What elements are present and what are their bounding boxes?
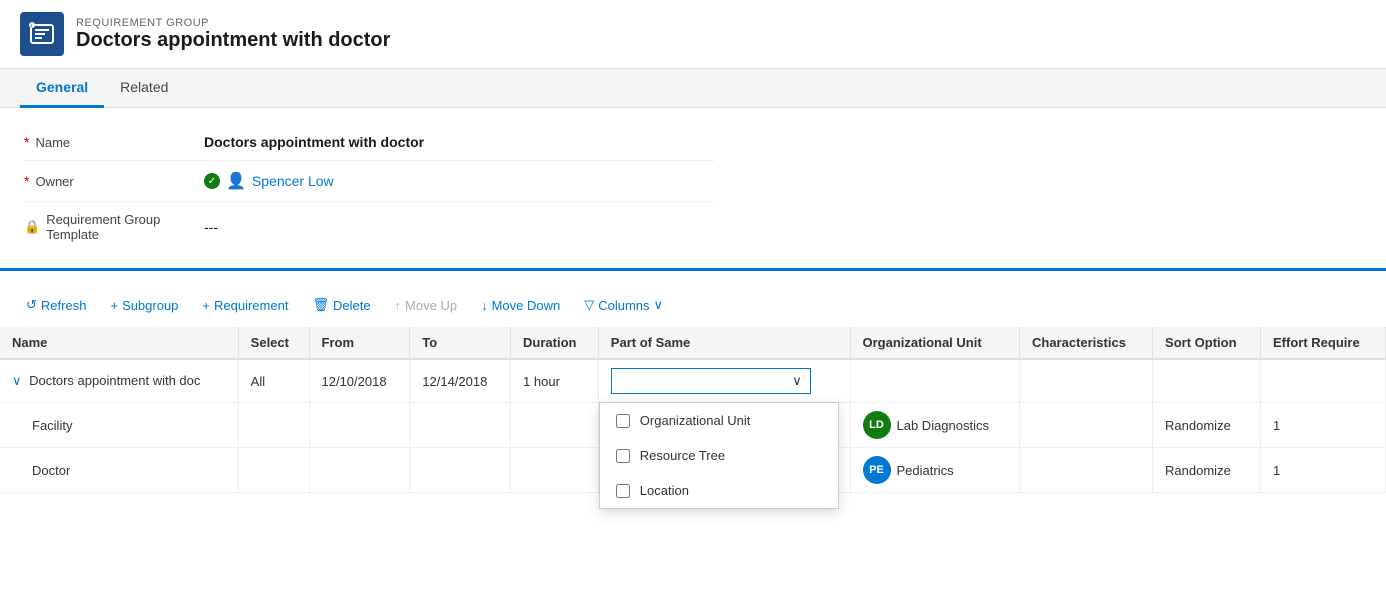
toolbar: ↺ Refresh + Subgroup + Requirement 🗑 Del… <box>0 283 1386 327</box>
org-unit-facility: LD Lab Diagnostics <box>863 411 1007 439</box>
col-header-name: Name <box>0 327 238 359</box>
columns-button[interactable]: ▽ Columns ∨ <box>574 291 673 319</box>
requirement-button[interactable]: + Requirement <box>192 292 298 319</box>
tab-related[interactable]: Related <box>104 69 184 108</box>
cell-org-unit-1: LD Lab Diagnostics <box>850 403 1019 448</box>
col-header-to: To <box>410 327 511 359</box>
dropdown-option-org-unit[interactable]: Organizational Unit <box>600 403 838 438</box>
cell-sort-option-1: Randomize <box>1153 403 1261 448</box>
requirement-group-icon: i <box>28 20 56 48</box>
cell-name-2: Doctor <box>0 448 238 493</box>
header-icon: i <box>20 12 64 56</box>
refresh-icon: ↺ <box>26 297 37 313</box>
expand-icon[interactable]: ∨ <box>12 373 22 388</box>
value-owner: ✓ 👤 Spencer Low <box>204 171 714 191</box>
cell-characteristics-1 <box>1019 403 1152 448</box>
checkbox-resource-tree[interactable] <box>616 449 630 463</box>
owner-row: ✓ 👤 Spencer Low <box>204 171 714 191</box>
cell-org-unit-0 <box>850 359 1019 403</box>
add-subgroup-icon: + <box>110 298 118 313</box>
col-header-select: Select <box>238 327 309 359</box>
table-row[interactable]: ∨ Doctors appointment with doc All 12/10… <box>0 359 1386 403</box>
header-category: REQUIREMENT GROUP <box>76 17 390 29</box>
cell-duration-0: 1 hour <box>511 359 599 403</box>
cell-effort-require-2: 1 <box>1261 448 1386 493</box>
cell-to-2 <box>410 448 511 493</box>
org-unit-doctor: PE Pediatrics <box>863 456 1007 484</box>
move-up-button[interactable]: ↑ Move Up <box>385 292 468 319</box>
dropdown-option-resource-tree[interactable]: Resource Tree <box>600 438 838 473</box>
person-icon: 👤 <box>226 171 246 191</box>
label-template: 🔒 Requirement Group Template <box>24 212 204 242</box>
form-row-owner: * Owner ✓ 👤 Spencer Low <box>24 161 714 202</box>
table-header-row: Name Select From To Duration Part of Sam… <box>0 327 1386 359</box>
cell-from-2 <box>309 448 410 493</box>
cell-effort-require-0 <box>1261 359 1386 403</box>
filter-icon: ▽ <box>584 297 594 313</box>
cell-select-2 <box>238 448 309 493</box>
cell-characteristics-2 <box>1019 448 1152 493</box>
part-of-same-menu: Organizational Unit Resource Tree Locati… <box>599 402 839 509</box>
cell-select-0: All <box>238 359 309 403</box>
header-text-group: REQUIREMENT GROUP Doctors appointment wi… <box>76 17 390 52</box>
move-down-button[interactable]: ↓ Move Down <box>471 292 570 319</box>
cell-sort-option-0 <box>1153 359 1261 403</box>
value-template: --- <box>204 219 714 235</box>
tab-general[interactable]: General <box>20 69 104 108</box>
col-header-org-unit: Organizational Unit <box>850 327 1019 359</box>
part-of-same-header: Part of Same <box>611 335 838 350</box>
delete-button[interactable]: 🗑 Delete <box>302 291 380 319</box>
cell-duration-1 <box>511 403 599 448</box>
required-star-name: * <box>24 134 29 150</box>
col-header-sort-option: Sort Option <box>1153 327 1261 359</box>
cell-select-1 <box>238 403 309 448</box>
delete-icon: 🗑 <box>312 297 329 313</box>
value-name[interactable]: Doctors appointment with doctor <box>204 134 714 150</box>
refresh-button[interactable]: ↺ Refresh <box>16 291 96 319</box>
form-row-template: 🔒 Requirement Group Template --- <box>24 202 714 252</box>
cell-duration-2 <box>511 448 599 493</box>
col-header-from: From <box>309 327 410 359</box>
cell-org-unit-2: PE Pediatrics <box>850 448 1019 493</box>
col-header-duration: Duration <box>511 327 599 359</box>
tabs-bar: General Related <box>0 69 1386 108</box>
add-requirement-icon: + <box>202 298 210 313</box>
header-title: Doctors appointment with doctor <box>76 29 390 52</box>
form-section: * Name Doctors appointment with doctor *… <box>0 108 1386 271</box>
cell-name-1: Facility <box>0 403 238 448</box>
checkbox-org-unit[interactable] <box>616 414 630 428</box>
avatar-pe: PE <box>863 456 891 484</box>
cell-sort-option-2: Randomize <box>1153 448 1261 493</box>
subgroup-button[interactable]: + Subgroup <box>100 292 188 319</box>
required-star-owner: * <box>24 173 29 189</box>
label-name: * Name <box>24 134 204 150</box>
move-up-icon: ↑ <box>395 298 402 313</box>
cell-from-0: 12/10/2018 <box>309 359 410 403</box>
label-owner: * Owner <box>24 173 204 189</box>
col-header-part-of-same: Part of Same <box>598 327 850 359</box>
data-table: Name Select From To Duration Part of Sam… <box>0 327 1386 493</box>
move-down-icon: ↓ <box>481 298 488 313</box>
page-header: i REQUIREMENT GROUP Doctors appointment … <box>0 0 1386 69</box>
cell-to-0: 12/14/2018 <box>410 359 511 403</box>
status-check-icon: ✓ <box>204 173 220 189</box>
cell-part-of-same-0[interactable]: ∨ Organizational Unit Resource Tree <box>598 359 850 403</box>
chevron-down-icon: ∨ <box>654 297 664 313</box>
col-header-characteristics: Characteristics <box>1019 327 1152 359</box>
chevron-down-icon: ∨ <box>792 373 802 389</box>
cell-name-0: ∨ Doctors appointment with doc <box>0 359 238 403</box>
grid-section: ↺ Refresh + Subgroup + Requirement 🗑 Del… <box>0 271 1386 505</box>
cell-to-1 <box>410 403 511 448</box>
cell-from-1 <box>309 403 410 448</box>
form-row-name: * Name Doctors appointment with doctor <box>24 124 714 161</box>
col-header-effort-require: Effort Require <box>1261 327 1386 359</box>
cell-effort-require-1: 1 <box>1261 403 1386 448</box>
cell-characteristics-0 <box>1019 359 1152 403</box>
checkbox-location[interactable] <box>616 484 630 498</box>
avatar-ld: LD <box>863 411 891 439</box>
dropdown-option-location[interactable]: Location <box>600 473 838 508</box>
part-of-same-dropdown[interactable]: ∨ <box>611 368 811 394</box>
owner-name-link[interactable]: Spencer Low <box>252 173 334 189</box>
lock-icon: 🔒 <box>24 219 40 235</box>
